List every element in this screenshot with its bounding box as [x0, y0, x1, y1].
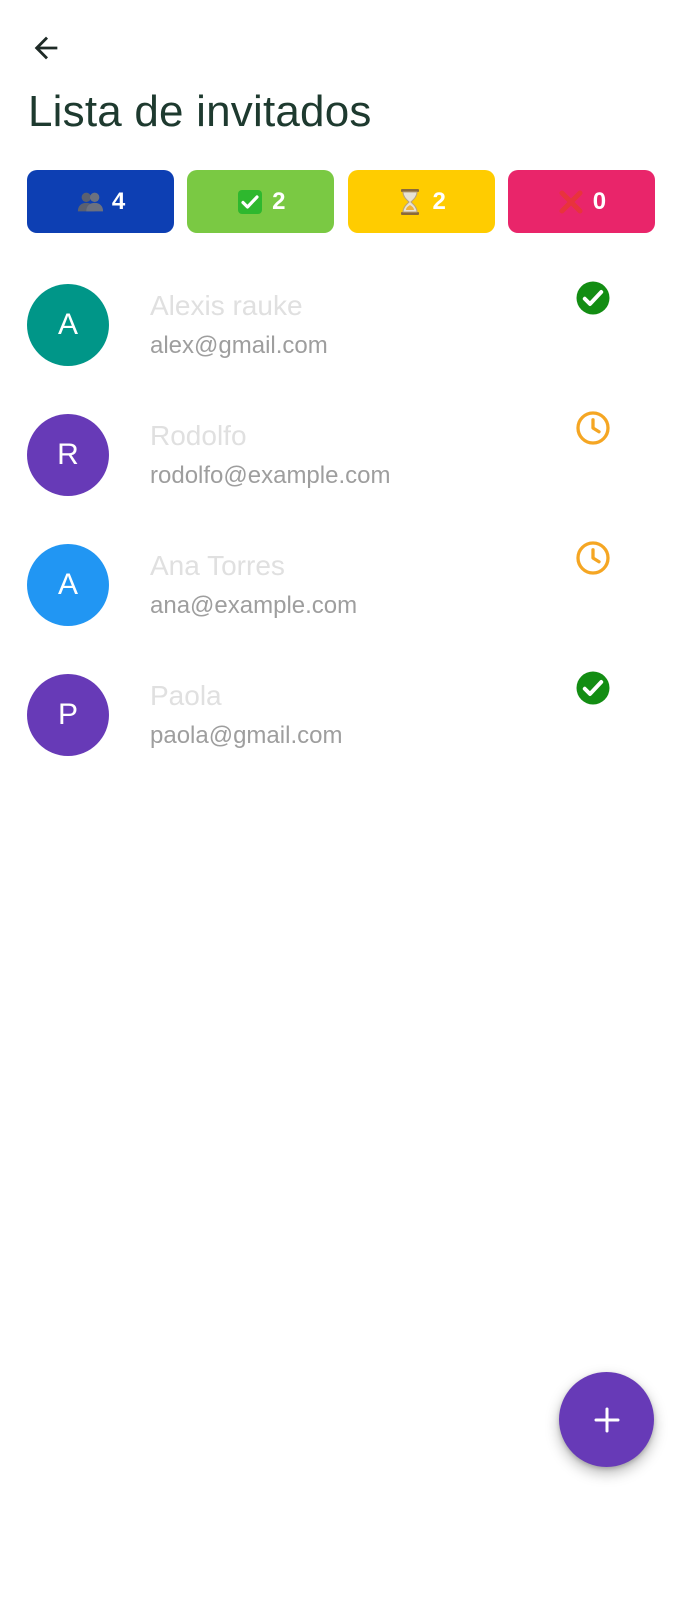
clock-icon	[575, 540, 611, 576]
stat-declined-count: 0	[592, 187, 607, 215]
guest-email: alex@gmail.com	[150, 332, 328, 359]
stat-pending-count: 2	[432, 187, 446, 215]
guest-email: rodolfo@example.com	[150, 462, 391, 489]
add-guest-button[interactable]	[559, 1372, 654, 1467]
guest-list-item[interactable]: A Ana Torres ana@example.com	[0, 532, 682, 662]
stat-confirmed-count: 2	[272, 187, 286, 215]
avatar: P	[27, 674, 109, 756]
guest-name: Ana Torres	[150, 550, 285, 581]
hourglass-icon	[396, 188, 424, 216]
stat-declined-chip[interactable]: 0	[507, 170, 655, 233]
guest-email: ana@example.com	[150, 592, 358, 619]
guest-name: Paola	[150, 680, 222, 711]
clock-icon	[575, 410, 611, 446]
guest-list: A Alexis rauke alex@gmail.com R Rodolfo …	[0, 272, 682, 792]
page-title: Lista de invitados	[28, 87, 372, 136]
guest-list-item[interactable]: A Alexis rauke alex@gmail.com	[0, 272, 682, 402]
avatar: R	[27, 414, 109, 496]
guest-name: Rodolfo	[150, 420, 247, 451]
stats-row: 4 2 2 0	[27, 170, 655, 233]
people-icon	[76, 188, 104, 216]
guest-list-screen: Lista de invitados 4 2 2 0 A Alexis rauk…	[0, 0, 682, 1600]
check-circle-icon	[575, 280, 611, 316]
guest-list-item[interactable]: R Rodolfo rodolfo@example.com	[0, 402, 682, 532]
stat-total-chip[interactable]: 4	[27, 170, 174, 233]
stat-pending-chip[interactable]: 2	[347, 170, 495, 233]
back-button[interactable]	[22, 24, 70, 72]
cross-mark-icon	[557, 188, 585, 216]
stat-confirmed-chip[interactable]: 2	[187, 170, 335, 233]
check-circle-icon	[575, 670, 611, 706]
guest-name: Alexis rauke	[150, 290, 303, 321]
guest-list-item[interactable]: P Paola paola@gmail.com	[0, 662, 682, 792]
arrow-back-icon	[34, 36, 58, 60]
check-box-icon	[236, 188, 264, 216]
avatar: A	[27, 284, 109, 366]
avatar: A	[27, 544, 109, 626]
stat-total-count: 4	[111, 187, 126, 215]
guest-email: paola@gmail.com	[150, 722, 343, 749]
plus-icon	[594, 1407, 619, 1432]
